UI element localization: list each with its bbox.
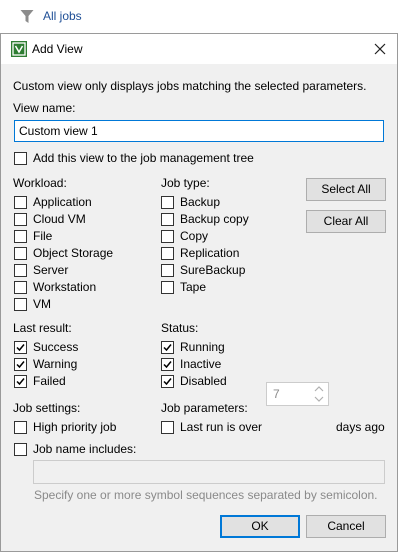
last-result-failed-label: Failed bbox=[33, 374, 66, 388]
workload-workstation-label: Workstation bbox=[33, 280, 97, 294]
view-name-field[interactable] bbox=[14, 120, 384, 142]
job-type-surebackup-checkbox[interactable] bbox=[161, 264, 174, 277]
checkmark-icon bbox=[163, 361, 172, 369]
workload-object-storage-label: Object Storage bbox=[33, 246, 114, 260]
stepper-arrows-icon[interactable] bbox=[312, 384, 326, 404]
checkmark-icon bbox=[16, 378, 25, 386]
last-result-failed-checkbox[interactable] bbox=[14, 375, 27, 388]
workload-label: Workload: bbox=[13, 176, 67, 190]
job-type-copy-checkbox[interactable] bbox=[161, 230, 174, 243]
job-name-includes-input[interactable] bbox=[33, 460, 385, 484]
dialog-titlebar: Add View bbox=[1, 34, 397, 64]
last-run-checkbox[interactable] bbox=[161, 421, 174, 434]
workload-object-storage-checkbox[interactable] bbox=[14, 247, 27, 260]
job-type-tape-checkbox[interactable] bbox=[161, 281, 174, 294]
workload-application-label: Application bbox=[33, 195, 92, 209]
status-label: Status: bbox=[161, 321, 199, 335]
last-result-warning-label: Warning bbox=[33, 357, 78, 371]
last-run-label: Last run is over bbox=[180, 420, 263, 434]
select-all-button[interactable]: Select All bbox=[306, 178, 386, 201]
cancel-button[interactable]: Cancel bbox=[306, 515, 386, 538]
all-jobs-link[interactable]: All jobs bbox=[43, 9, 82, 23]
checkmark-icon bbox=[16, 344, 25, 352]
job-type-replication-checkbox[interactable] bbox=[161, 247, 174, 260]
workload-cloud-vm-label: Cloud VM bbox=[33, 212, 86, 226]
last-result-warning-checkbox[interactable] bbox=[14, 358, 27, 371]
last-result-label: Last result: bbox=[13, 321, 72, 335]
last-result-success-label: Success bbox=[33, 340, 79, 354]
workload-vm-label: VM bbox=[33, 297, 51, 311]
job-type-replication-label: Replication bbox=[180, 246, 240, 260]
workload-file-checkbox[interactable] bbox=[14, 230, 27, 243]
job-name-includes-hint: Specify one or more symbol sequences sep… bbox=[34, 488, 378, 502]
last-result-success-checkbox[interactable] bbox=[14, 341, 27, 354]
status-disabled-label: Disabled bbox=[180, 374, 227, 388]
job-type-backup-copy-checkbox[interactable] bbox=[161, 213, 174, 226]
add-view-dialog: Add View Custom view only displays jobs … bbox=[0, 33, 398, 552]
view-name-input[interactable] bbox=[19, 124, 379, 138]
workload-server-checkbox[interactable] bbox=[14, 264, 27, 277]
workload-vm-checkbox[interactable] bbox=[14, 298, 27, 311]
job-type-tape-label: Tape bbox=[180, 280, 207, 294]
dialog-title: Add View bbox=[32, 42, 83, 56]
job-name-includes-label: Job name includes: bbox=[33, 442, 137, 456]
status-disabled-checkbox[interactable] bbox=[161, 375, 174, 388]
checkmark-icon bbox=[163, 344, 172, 352]
add-to-tree-checkbox[interactable] bbox=[14, 152, 27, 165]
workload-workstation-checkbox[interactable] bbox=[14, 281, 27, 294]
job-type-backup-checkbox[interactable] bbox=[161, 196, 174, 209]
status-running-label: Running bbox=[180, 340, 225, 354]
view-name-label: View name: bbox=[13, 101, 76, 115]
ok-button[interactable]: OK bbox=[220, 515, 300, 538]
last-run-days-value: 7 bbox=[273, 387, 280, 401]
job-parameters-label: Job parameters: bbox=[161, 401, 248, 415]
status-inactive-checkbox[interactable] bbox=[161, 358, 174, 371]
close-icon[interactable] bbox=[373, 42, 387, 56]
veeam-app-icon bbox=[11, 41, 27, 57]
status-inactive-label: Inactive bbox=[180, 357, 222, 371]
status-running-checkbox[interactable] bbox=[161, 341, 174, 354]
filter-icon[interactable] bbox=[20, 9, 34, 24]
days-ago-label: days ago bbox=[336, 420, 385, 434]
job-type-surebackup-label: SureBackup bbox=[180, 263, 246, 277]
clear-all-button[interactable]: Clear All bbox=[306, 210, 386, 233]
job-type-backup-copy-label: Backup copy bbox=[180, 212, 249, 226]
workload-application-checkbox[interactable] bbox=[14, 196, 27, 209]
workload-file-label: File bbox=[33, 229, 53, 243]
checkmark-icon bbox=[163, 378, 172, 386]
checkmark-icon bbox=[16, 361, 25, 369]
job-settings-label: Job settings: bbox=[13, 401, 81, 415]
high-priority-checkbox[interactable] bbox=[14, 421, 27, 434]
dialog-description: Custom view only displays jobs matching … bbox=[13, 79, 367, 93]
high-priority-label: High priority job bbox=[33, 420, 117, 434]
job-type-copy-label: Copy bbox=[180, 229, 209, 243]
workload-server-label: Server bbox=[33, 263, 69, 277]
job-type-backup-label: Backup bbox=[180, 195, 221, 209]
top-bar: All jobs bbox=[0, 0, 398, 34]
add-to-tree-label: Add this view to the job management tree bbox=[33, 151, 254, 165]
workload-cloud-vm-checkbox[interactable] bbox=[14, 213, 27, 226]
job-type-label: Job type: bbox=[161, 176, 210, 190]
last-run-days-stepper[interactable]: 7 bbox=[266, 382, 329, 406]
job-name-includes-checkbox[interactable] bbox=[14, 443, 27, 456]
